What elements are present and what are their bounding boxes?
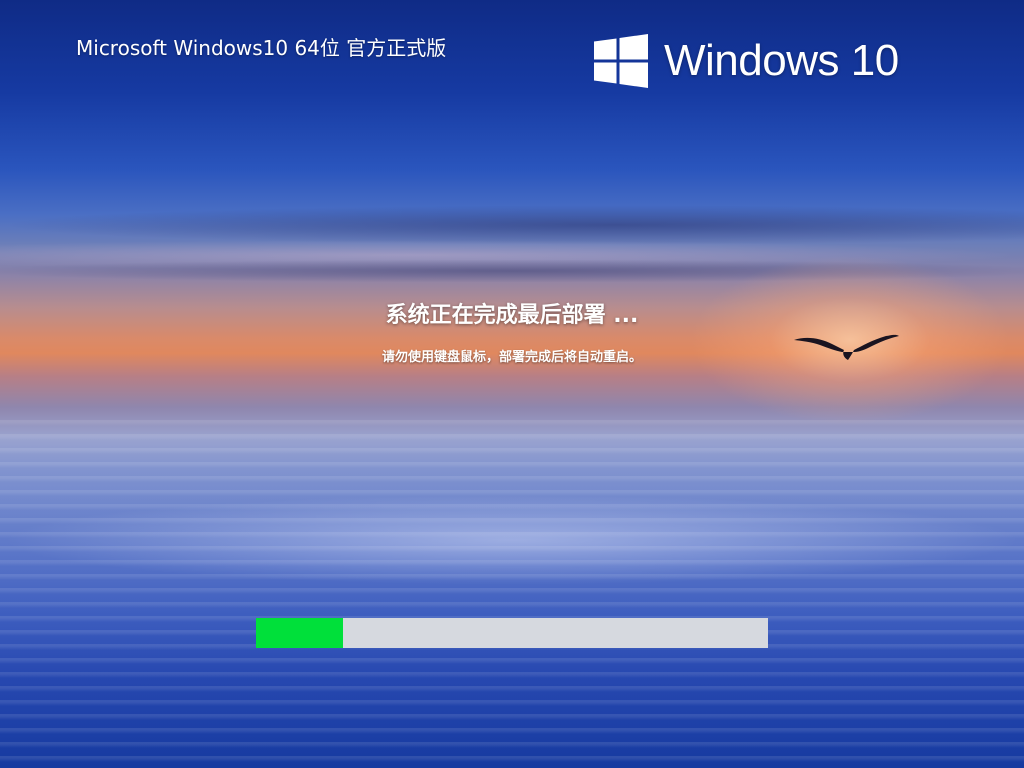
windows-logo-icon: [594, 34, 648, 88]
windows-brand: Windows 10: [594, 34, 899, 88]
windows-brand-text: Windows 10: [664, 36, 899, 85]
cloud-streak: [0, 205, 1024, 245]
os-edition-title: Microsoft Windows10 64位 官方正式版: [76, 36, 447, 60]
cloud-streak: [0, 240, 1024, 270]
water-reflection: [0, 495, 1024, 585]
progress-bar: [256, 618, 768, 648]
deployment-status-message: 系统正在完成最后部署 ...: [385, 303, 639, 328]
deployment-screen: Microsoft Windows10 64位 官方正式版 Windows 10…: [0, 0, 1024, 768]
bird-silhouette-icon: [794, 334, 899, 360]
progress-bar-fill: [256, 618, 344, 648]
cloud-streak: [0, 260, 1024, 282]
water-ripples: [0, 420, 1024, 768]
